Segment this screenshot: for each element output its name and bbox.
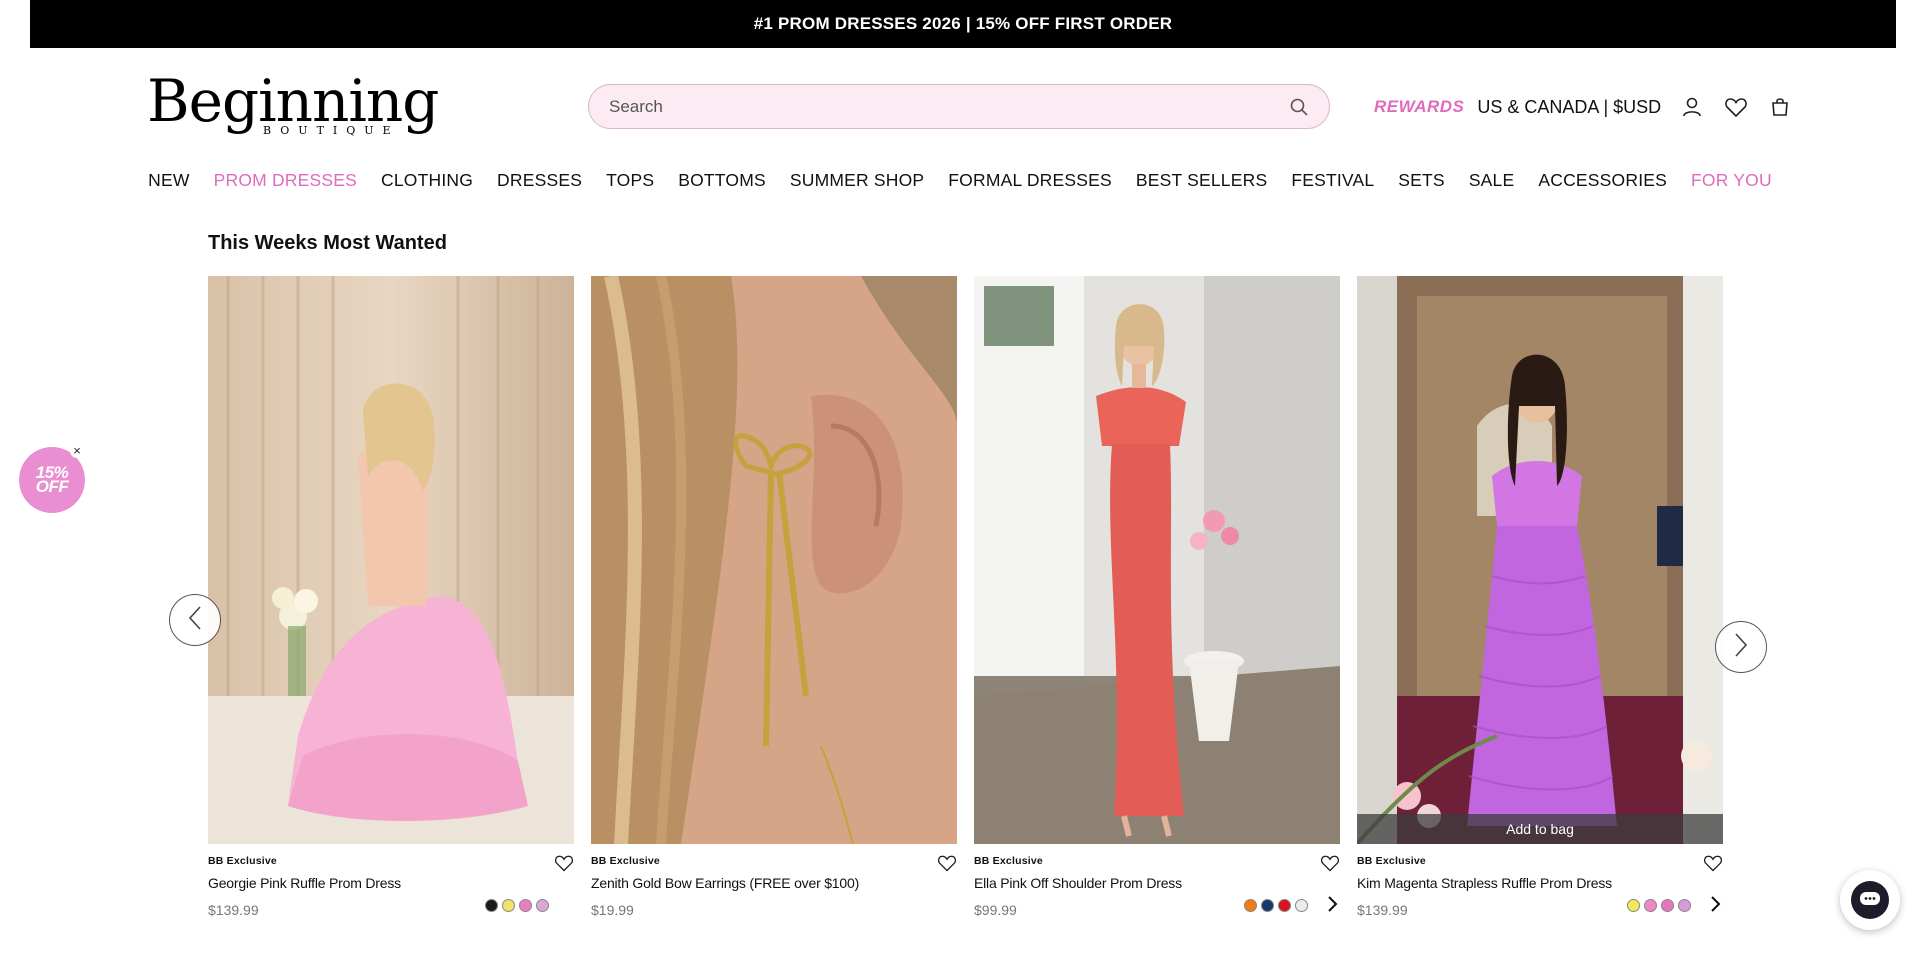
chevron-left-icon <box>186 605 204 636</box>
nav-item-sets[interactable]: SETS <box>1398 170 1445 200</box>
product-brand: BB Exclusive <box>974 855 1043 867</box>
product-image[interactable] <box>591 276 957 844</box>
rewards-link[interactable]: REWARDS <box>1374 97 1464 117</box>
nav-item-new[interactable]: NEW <box>148 170 189 200</box>
product-name[interactable]: Zenith Gold Bow Earrings (FREE over $100… <box>591 875 957 891</box>
carousel-next-button[interactable] <box>1715 621 1767 673</box>
product-image[interactable] <box>974 276 1340 844</box>
color-swatch[interactable] <box>1644 899 1657 912</box>
announcement-text: #1 PROM DRESSES 2026 | 15% OFF FIRST ORD… <box>753 14 1173 33</box>
account-icon[interactable] <box>1679 94 1705 120</box>
nav-item-festival[interactable]: FESTIVAL <box>1291 170 1374 200</box>
product-brand: BB Exclusive <box>591 855 660 867</box>
product-name[interactable]: Kim Magenta Strapless Ruffle Prom Dress <box>1357 875 1723 891</box>
color-swatch[interactable] <box>1278 899 1291 912</box>
wishlist-heart-icon[interactable] <box>937 853 957 873</box>
color-swatch[interactable] <box>1661 899 1674 912</box>
product-card[interactable]: Add to bag BB Exclusive Kim Magenta Stra… <box>1357 276 1723 918</box>
product-price: $19.99 <box>591 902 634 918</box>
nav-item-sale[interactable]: SALE <box>1469 170 1515 200</box>
wishlist-icon[interactable] <box>1723 94 1749 120</box>
color-swatch[interactable] <box>1678 899 1691 912</box>
section-title: This Weeks Most Wanted <box>208 232 447 254</box>
product-image[interactable]: Add to bag <box>1357 276 1723 844</box>
carousel-prev-button[interactable] <box>169 594 221 646</box>
color-swatch[interactable] <box>1261 899 1274 912</box>
wishlist-heart-icon[interactable] <box>554 853 574 873</box>
product-card[interactable]: BB Exclusive Zenith Gold Bow Earrings (F… <box>591 276 957 918</box>
color-swatch[interactable] <box>536 899 549 912</box>
color-swatch[interactable] <box>502 899 515 912</box>
wishlist-heart-icon[interactable] <box>1703 853 1723 873</box>
logo-subtitle: BOUTIQUE <box>263 124 400 137</box>
cart-icon[interactable] <box>1767 94 1793 120</box>
product-card[interactable]: BB Exclusive Georgie Pink Ruffle Prom Dr… <box>208 276 574 918</box>
product-name[interactable]: Georgie Pink Ruffle Prom Dress <box>208 875 574 891</box>
announcement-bar: #1 PROM DRESSES 2026 | 15% OFF FIRST ORD… <box>30 0 1896 48</box>
color-swatch[interactable] <box>1295 899 1308 912</box>
product-image[interactable] <box>208 276 574 844</box>
chat-widget-button[interactable] <box>1840 870 1900 930</box>
close-icon[interactable]: × <box>70 444 84 458</box>
nav-item-best-sellers[interactable]: BEST SELLERS <box>1136 170 1267 200</box>
color-swatches <box>1244 899 1308 912</box>
search-icon[interactable] <box>1289 97 1309 117</box>
header-actions: REWARDS US & CANADA | $USD <box>1374 92 1811 122</box>
swatches-more-chevron-icon[interactable] <box>1324 895 1340 913</box>
product-name[interactable]: Ella Pink Off Shoulder Prom Dress <box>974 875 1340 891</box>
color-swatch[interactable] <box>1627 899 1640 912</box>
logo-wordmark: Beginning <box>147 67 439 135</box>
region-selector[interactable]: US & CANADA | $USD <box>1477 97 1661 118</box>
site-logo[interactable]: Beginning BOUTIQUE <box>147 72 453 142</box>
search-bar[interactable] <box>588 84 1330 129</box>
nav-list: NEW PROM DRESSES CLOTHING DRESSES TOPS B… <box>136 170 1784 200</box>
search-input[interactable] <box>609 96 1289 117</box>
nav-item-formal-dresses[interactable]: FORMAL DRESSES <box>948 170 1112 200</box>
nav-item-clothing[interactable]: CLOTHING <box>381 170 473 200</box>
product-brand: BB Exclusive <box>208 855 277 867</box>
nav-item-tops[interactable]: TOPS <box>606 170 654 200</box>
nav-item-bottoms[interactable]: BOTTOMS <box>678 170 766 200</box>
product-card[interactable]: BB Exclusive Ella Pink Off Shoulder Prom… <box>974 276 1340 918</box>
add-to-bag-button[interactable]: Add to bag <box>1357 814 1723 844</box>
nav-item-summer-shop[interactable]: SUMMER SHOP <box>790 170 924 200</box>
color-swatches <box>485 899 549 912</box>
nav-item-accessories[interactable]: ACCESSORIES <box>1538 170 1667 200</box>
color-swatch[interactable] <box>1244 899 1257 912</box>
swatches-more-chevron-icon[interactable] <box>1707 895 1723 913</box>
color-swatches <box>1627 899 1691 912</box>
chevron-right-icon <box>1732 632 1750 663</box>
wishlist-heart-icon[interactable] <box>1320 853 1340 873</box>
nav-item-prom-dresses[interactable]: PROM DRESSES <box>214 170 357 200</box>
nav-item-dresses[interactable]: DRESSES <box>497 170 582 200</box>
nav-item-for-you[interactable]: FOR YOU <box>1691 170 1772 200</box>
discount-badge-off: OFF <box>35 477 69 496</box>
product-carousel: BB Exclusive Georgie Pink Ruffle Prom Dr… <box>208 276 1723 918</box>
chat-bubble-icon <box>1851 881 1889 919</box>
main-navigation: NEW PROM DRESSES CLOTHING DRESSES TOPS B… <box>0 170 1920 200</box>
color-swatch[interactable] <box>519 899 532 912</box>
color-swatch[interactable] <box>485 899 498 912</box>
product-brand: BB Exclusive <box>1357 855 1426 867</box>
